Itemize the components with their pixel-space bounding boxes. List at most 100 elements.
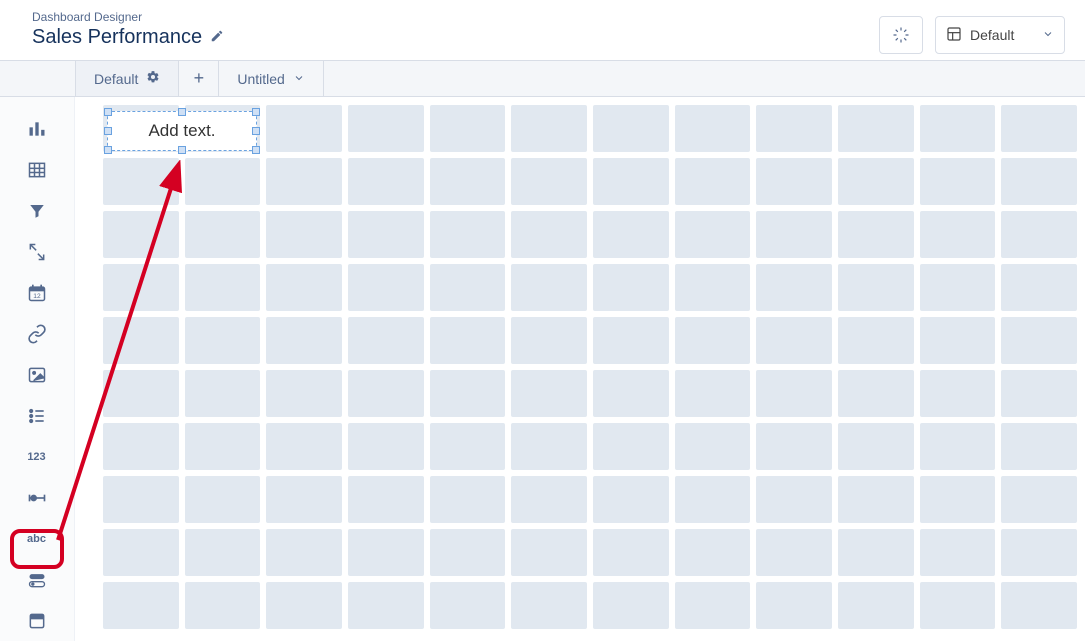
grid-cell[interactable] (593, 317, 669, 364)
grid-cell[interactable] (185, 529, 261, 576)
grid-cell[interactable] (675, 476, 751, 523)
grid-cell[interactable] (103, 317, 179, 364)
grid-cell[interactable] (920, 529, 996, 576)
grid-cell[interactable] (920, 105, 996, 152)
grid-cell[interactable] (593, 529, 669, 576)
grid-cell[interactable] (348, 476, 424, 523)
grid-cell[interactable] (266, 211, 342, 258)
grid-cell[interactable] (1001, 423, 1077, 470)
grid-cell[interactable] (266, 529, 342, 576)
grid-cell[interactable] (593, 264, 669, 311)
sidebar-item-global-filter[interactable] (15, 232, 59, 273)
grid-cell[interactable] (920, 211, 996, 258)
grid-cell[interactable] (838, 476, 914, 523)
resize-handle-tr[interactable] (252, 108, 260, 116)
grid-cell[interactable] (103, 423, 179, 470)
grid-cell[interactable] (103, 529, 179, 576)
grid-cell[interactable] (185, 370, 261, 417)
grid-cell[interactable] (348, 317, 424, 364)
grid-cell[interactable] (348, 582, 424, 629)
grid-cell[interactable] (838, 529, 914, 576)
grid-cell[interactable] (185, 582, 261, 629)
grid-cell[interactable] (1001, 582, 1077, 629)
grid-cell[interactable] (266, 317, 342, 364)
grid-cell[interactable] (1001, 370, 1077, 417)
grid-cell[interactable] (756, 317, 832, 364)
tab-untitled[interactable]: Untitled (219, 61, 323, 96)
grid-cell[interactable] (185, 158, 261, 205)
grid-cell[interactable] (511, 317, 587, 364)
sidebar-item-link[interactable] (15, 314, 59, 355)
grid-cell[interactable] (266, 582, 342, 629)
sidebar-item-table[interactable] (15, 150, 59, 191)
grid-cell[interactable] (1001, 317, 1077, 364)
grid-cell[interactable] (348, 529, 424, 576)
grid-cell[interactable] (511, 264, 587, 311)
grid-cell[interactable] (756, 582, 832, 629)
grid-cell[interactable] (266, 476, 342, 523)
resize-handle-tl[interactable] (104, 108, 112, 116)
grid-cell[interactable] (756, 423, 832, 470)
resize-handle-ml[interactable] (104, 127, 112, 135)
grid-cell[interactable] (838, 211, 914, 258)
grid-cell[interactable] (675, 264, 751, 311)
grid-cell[interactable] (511, 105, 587, 152)
grid-cell[interactable] (430, 476, 506, 523)
grid-cell[interactable] (103, 158, 179, 205)
grid-cell[interactable] (1001, 476, 1077, 523)
grid-cell[interactable] (1001, 105, 1077, 152)
grid-cell[interactable] (920, 370, 996, 417)
grid-cell[interactable] (430, 529, 506, 576)
grid-cell[interactable] (675, 317, 751, 364)
grid-cell[interactable] (185, 264, 261, 311)
sidebar-item-text[interactable]: abc (15, 518, 59, 559)
resize-handle-br[interactable] (252, 146, 260, 154)
grid-cell[interactable] (756, 370, 832, 417)
grid-cell[interactable] (1001, 158, 1077, 205)
grid-cell[interactable] (675, 370, 751, 417)
grid-cell[interactable] (511, 476, 587, 523)
grid-cell[interactable] (511, 529, 587, 576)
grid-cell[interactable] (593, 370, 669, 417)
grid-cell[interactable] (675, 529, 751, 576)
grid-cell[interactable] (838, 582, 914, 629)
grid-cell[interactable] (266, 158, 342, 205)
grid-cell[interactable] (838, 264, 914, 311)
grid-cell[interactable] (920, 476, 996, 523)
resize-handle-mr[interactable] (252, 127, 260, 135)
grid-cell[interactable] (756, 476, 832, 523)
grid-cell[interactable] (185, 211, 261, 258)
grid-cell[interactable] (920, 264, 996, 311)
sidebar-item-toggle[interactable] (15, 559, 59, 600)
grid-cell[interactable] (103, 476, 179, 523)
grid-cell[interactable] (185, 423, 261, 470)
sidebar-item-filter[interactable] (15, 191, 59, 232)
grid-cell[interactable] (348, 370, 424, 417)
grid-cell[interactable] (348, 264, 424, 311)
sidebar-item-chart[interactable] (15, 109, 59, 150)
tab-default[interactable]: Default (75, 61, 179, 96)
grid-cell[interactable] (675, 105, 751, 152)
edit-title-icon[interactable] (210, 29, 224, 46)
grid-cell[interactable] (593, 423, 669, 470)
grid-cell[interactable] (185, 317, 261, 364)
resize-handle-bm[interactable] (178, 146, 186, 154)
grid-cell[interactable] (756, 529, 832, 576)
layout-grid[interactable] (103, 105, 1077, 641)
grid-cell[interactable] (920, 158, 996, 205)
sparkle-button[interactable] (879, 16, 923, 54)
grid-cell[interactable] (675, 423, 751, 470)
grid-cell[interactable] (266, 105, 342, 152)
grid-cell[interactable] (1001, 264, 1077, 311)
grid-cell[interactable] (348, 423, 424, 470)
grid-cell[interactable] (593, 582, 669, 629)
grid-cell[interactable] (511, 582, 587, 629)
grid-cell[interactable] (756, 264, 832, 311)
grid-cell[interactable] (103, 582, 179, 629)
sidebar-item-date[interactable]: 12 (15, 273, 59, 314)
grid-cell[interactable] (103, 211, 179, 258)
grid-cell[interactable] (838, 317, 914, 364)
grid-cell[interactable] (348, 211, 424, 258)
grid-cell[interactable] (430, 158, 506, 205)
grid-cell[interactable] (430, 317, 506, 364)
